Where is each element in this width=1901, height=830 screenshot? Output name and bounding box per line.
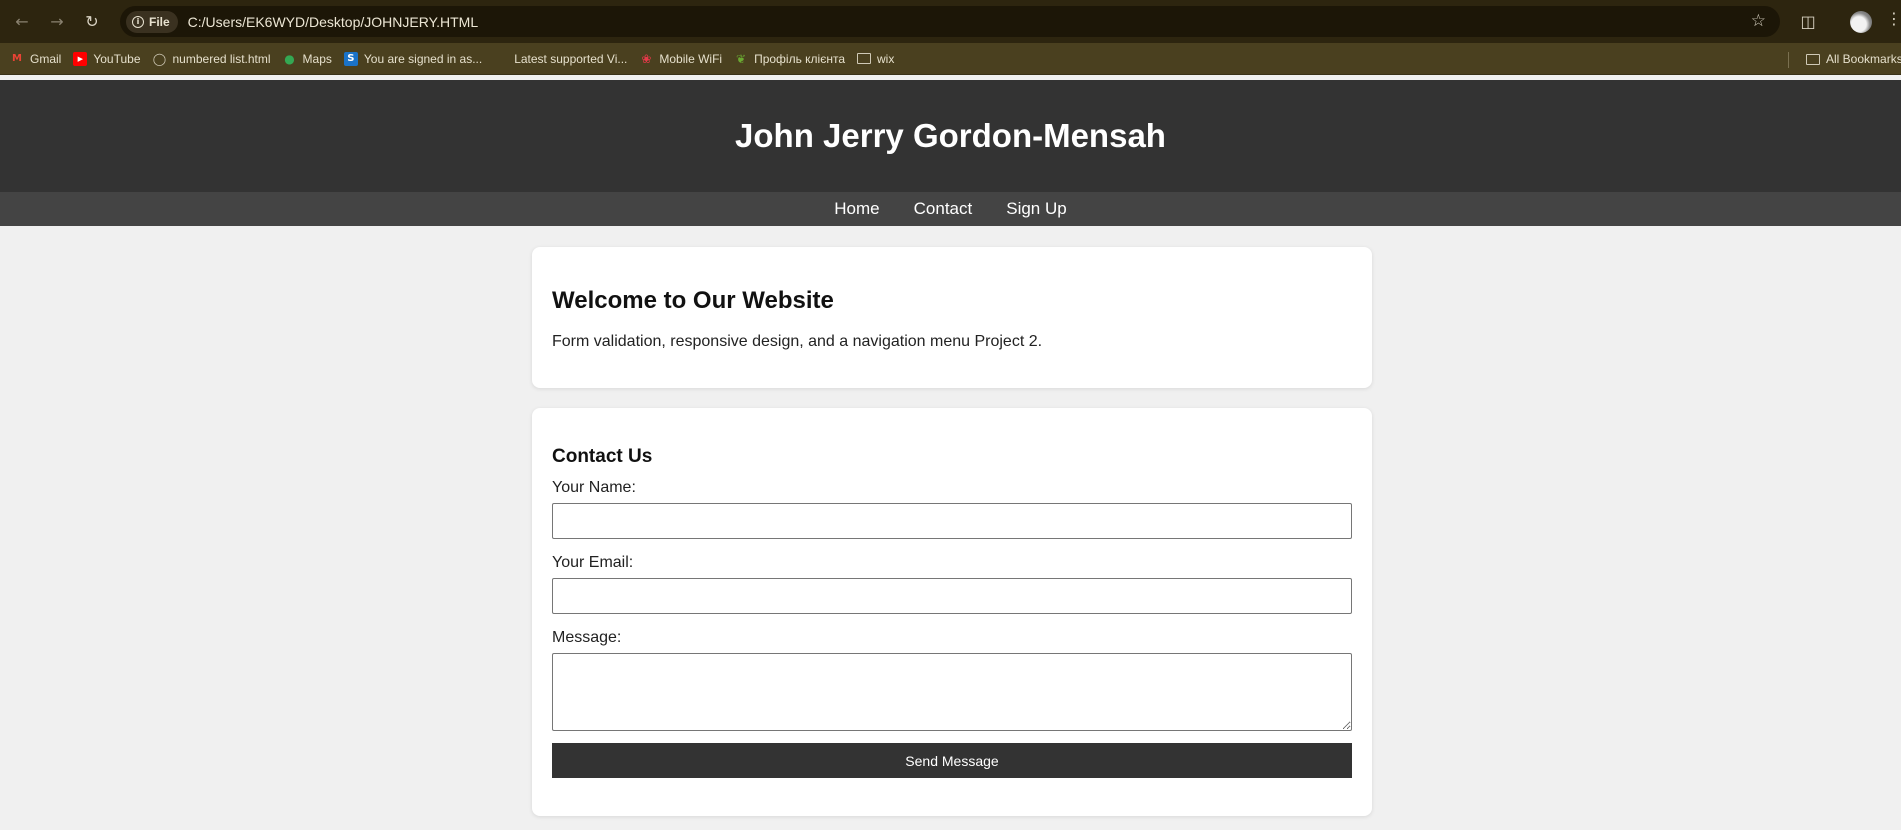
profile-avatar[interactable] xyxy=(1850,11,1872,33)
bookmark-numbered-list[interactable]: ◯ numbered list.html xyxy=(153,52,271,66)
bookmarks-divider xyxy=(1788,52,1789,68)
bookmark-signed-in[interactable]: S You are signed in as... xyxy=(343,51,483,66)
globe-icon: ◯ xyxy=(152,51,167,66)
site-header: John Jerry Gordon-Mensah xyxy=(0,80,1901,192)
nav-signup-link[interactable]: Sign Up xyxy=(1006,199,1066,219)
bookmark-label: You are signed in as... xyxy=(363,51,483,66)
bookmarks-bar: M Gmail ▶ YouTube ◯ numbered list.html ●… xyxy=(0,43,1901,75)
send-message-button[interactable]: Send Message xyxy=(552,743,1352,778)
welcome-heading: Welcome to Our Website xyxy=(552,287,834,314)
message-textarea[interactable] xyxy=(552,653,1352,731)
site-title: John Jerry Gordon-Mensah xyxy=(735,117,1166,154)
url-text[interactable]: C:/Users/EK6WYD/Desktop/JOHNJERY.HTML xyxy=(188,14,478,30)
bookmark-maps[interactable]: ● Maps xyxy=(283,52,332,66)
folder-icon xyxy=(857,53,871,64)
name-input[interactable] xyxy=(552,503,1352,539)
bookmark-label: Maps xyxy=(302,51,332,66)
welcome-card: Welcome to Our Website Form validation, … xyxy=(532,247,1372,388)
reload-icon[interactable]: ↻ xyxy=(79,9,105,35)
bookmark-youtube[interactable]: ▶ YouTube xyxy=(73,51,141,66)
address-bar[interactable]: i File C:/Users/EK6WYD/Desktop/JOHNJERY.… xyxy=(120,6,1780,37)
all-bookmarks-folder[interactable]: All Bookmarks xyxy=(1806,52,1901,66)
bookmark-mobile-wifi[interactable]: ❀ Mobile WiFi xyxy=(639,52,722,66)
youtube-icon: ▶ xyxy=(73,51,88,66)
bookmark-label: numbered list.html xyxy=(172,51,271,66)
nav-contact-link[interactable]: Contact xyxy=(914,199,973,219)
huawei-icon: ❀ xyxy=(641,51,652,66)
microsoft-icon xyxy=(494,52,508,66)
folder-icon xyxy=(1806,53,1820,65)
site-info-label: File xyxy=(149,14,170,29)
info-icon: i xyxy=(132,15,144,28)
message-label: Message: xyxy=(552,629,622,646)
all-bookmarks-label: All Bookmarks xyxy=(1826,52,1901,66)
bookmark-label: Gmail xyxy=(30,51,62,66)
site-nav: Home Contact Sign Up xyxy=(0,192,1901,226)
bookmark-latest-supported[interactable]: Latest supported Vi... xyxy=(494,52,627,66)
nav-home-link[interactable]: Home xyxy=(834,199,879,219)
bookmark-star-icon[interactable]: ☆ xyxy=(1751,11,1766,31)
contact-heading: Contact Us xyxy=(552,446,653,467)
gmail-icon: M xyxy=(12,53,22,64)
site-info-chip[interactable]: i File xyxy=(126,10,178,33)
bookmark-label: Профіль клієнта xyxy=(754,51,845,66)
name-label: Your Name: xyxy=(552,479,636,496)
back-arrow-icon[interactable]: ← xyxy=(9,9,35,35)
email-input[interactable] xyxy=(552,578,1352,614)
contact-card: Contact Us Your Name: Your Email: Messag… xyxy=(532,408,1372,816)
welcome-text: Form validation, responsive design, and … xyxy=(552,333,1043,350)
bookmark-label: Latest supported Vi... xyxy=(514,51,628,66)
more-menu-icon[interactable]: ⋮ xyxy=(1886,9,1901,28)
s-icon: S xyxy=(343,51,358,66)
forward-arrow-icon[interactable]: → xyxy=(44,9,70,35)
maps-icon: ● xyxy=(284,51,295,66)
bookmark-label: wix xyxy=(877,51,895,66)
leaf-icon: ❦ xyxy=(736,51,747,66)
bookmark-folder-wix[interactable]: wix xyxy=(857,52,894,66)
bookmark-profile[interactable]: ❦ Профіль клієнта xyxy=(734,52,845,66)
bookmark-label: YouTube xyxy=(93,51,141,66)
extensions-puzzle-icon[interactable]: ◫ xyxy=(1796,9,1820,33)
bookmark-gmail[interactable]: M Gmail xyxy=(10,52,61,66)
browser-toolbar: ← → ↻ i File C:/Users/EK6WYD/Desktop/JOH… xyxy=(0,0,1901,43)
email-label: Your Email: xyxy=(552,554,634,571)
bookmark-label: Mobile WiFi xyxy=(659,51,723,66)
